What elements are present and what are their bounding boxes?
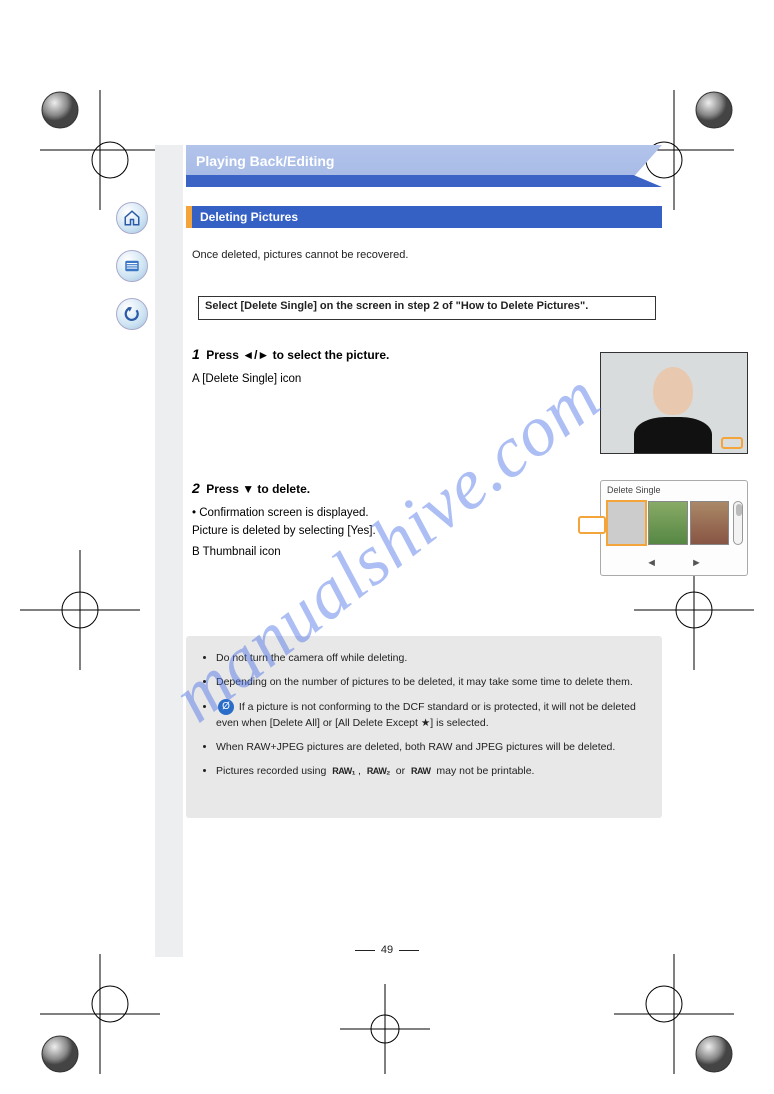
chapter-title: Playing Back/Editing <box>196 153 334 169</box>
preview-image <box>600 352 748 454</box>
note-text-suffix: may not be printable. <box>436 765 534 777</box>
thumbnail-scrollbar[interactable] <box>733 501 743 545</box>
step-2-title: Press ▼ to delete. <box>206 482 310 496</box>
instruction-box: Select [Delete Single] on the screen in … <box>198 296 656 320</box>
step-2: 2 Press ▼ to delete. • Confirmation scre… <box>192 478 482 561</box>
notes-box: Do not turn the camera off while deletin… <box>186 636 662 818</box>
person-illustration <box>633 361 713 454</box>
callout-badge-a <box>721 437 743 449</box>
thumbnail-item[interactable] <box>648 501 687 545</box>
step-1-sub: A [Delete Single] icon <box>192 371 482 388</box>
thumbnail-item-selected[interactable] <box>607 501 646 545</box>
note-item: When RAW+JPEG pictures are deleted, both… <box>216 739 646 755</box>
step-1-num: 1 <box>192 346 200 362</box>
note-item: Do not turn the camera off while deletin… <box>216 650 646 666</box>
sidebar-strip <box>155 145 183 957</box>
raw3-icon: RAW <box>411 765 431 779</box>
registration-mark <box>614 954 734 1074</box>
step-2-line-2: Picture is deleted by selecting [Yes]. <box>192 523 482 540</box>
intro-text: Once deleted, pictures cannot be recover… <box>192 248 662 263</box>
page-number: 49 <box>0 944 774 956</box>
page-number-value: 49 <box>381 944 393 956</box>
registration-mark <box>340 984 430 1074</box>
step-1: 1 Press ◄/► to select the picture. A [De… <box>192 344 482 389</box>
raw1-icon: RAW₁ <box>332 765 355 779</box>
thumbnail-label: Delete Single <box>607 485 661 495</box>
note-item: Pictures recorded using RAW₁, RAW₂ or RA… <box>216 763 646 779</box>
section-title: Deleting Pictures <box>192 210 298 224</box>
step-2-line-3: B Thumbnail icon <box>192 544 482 561</box>
registration-mark <box>40 954 160 1074</box>
step-2-line-1: • Confirmation screen is displayed. <box>192 505 482 522</box>
section-header: Deleting Pictures <box>186 206 662 228</box>
instruction-box-label: Select [Delete Single] on the screen in … <box>205 300 588 312</box>
menu-icon[interactable] <box>116 250 148 282</box>
chapter-header-accent <box>186 175 662 187</box>
registration-mark <box>40 90 160 210</box>
step-2-num: 2 <box>192 480 200 496</box>
protect-icon: Ø <box>218 699 234 715</box>
note-text-prefix: Pictures recorded using <box>216 765 329 777</box>
note-item: Depending on the number of pictures to b… <box>216 674 646 690</box>
thumbnail-strip: Delete Single ◄ ► <box>600 480 748 576</box>
back-icon[interactable] <box>116 298 148 330</box>
registration-mark <box>20 550 140 670</box>
nav-prev-icon[interactable]: ◄ <box>646 557 657 569</box>
thumbnail-item[interactable] <box>690 501 729 545</box>
note-text: If a picture is not conforming to the DC… <box>216 701 636 729</box>
chapter-header: Playing Back/Editing <box>186 145 662 177</box>
note-item: Ø If a picture is not conforming to the … <box>216 699 646 732</box>
step-1-title: Press ◄/► to select the picture. <box>206 348 389 362</box>
home-icon[interactable] <box>116 202 148 234</box>
nav-next-icon[interactable]: ► <box>691 557 702 569</box>
sidebar-nav <box>116 202 148 330</box>
raw2-icon: RAW₂ <box>367 765 390 779</box>
